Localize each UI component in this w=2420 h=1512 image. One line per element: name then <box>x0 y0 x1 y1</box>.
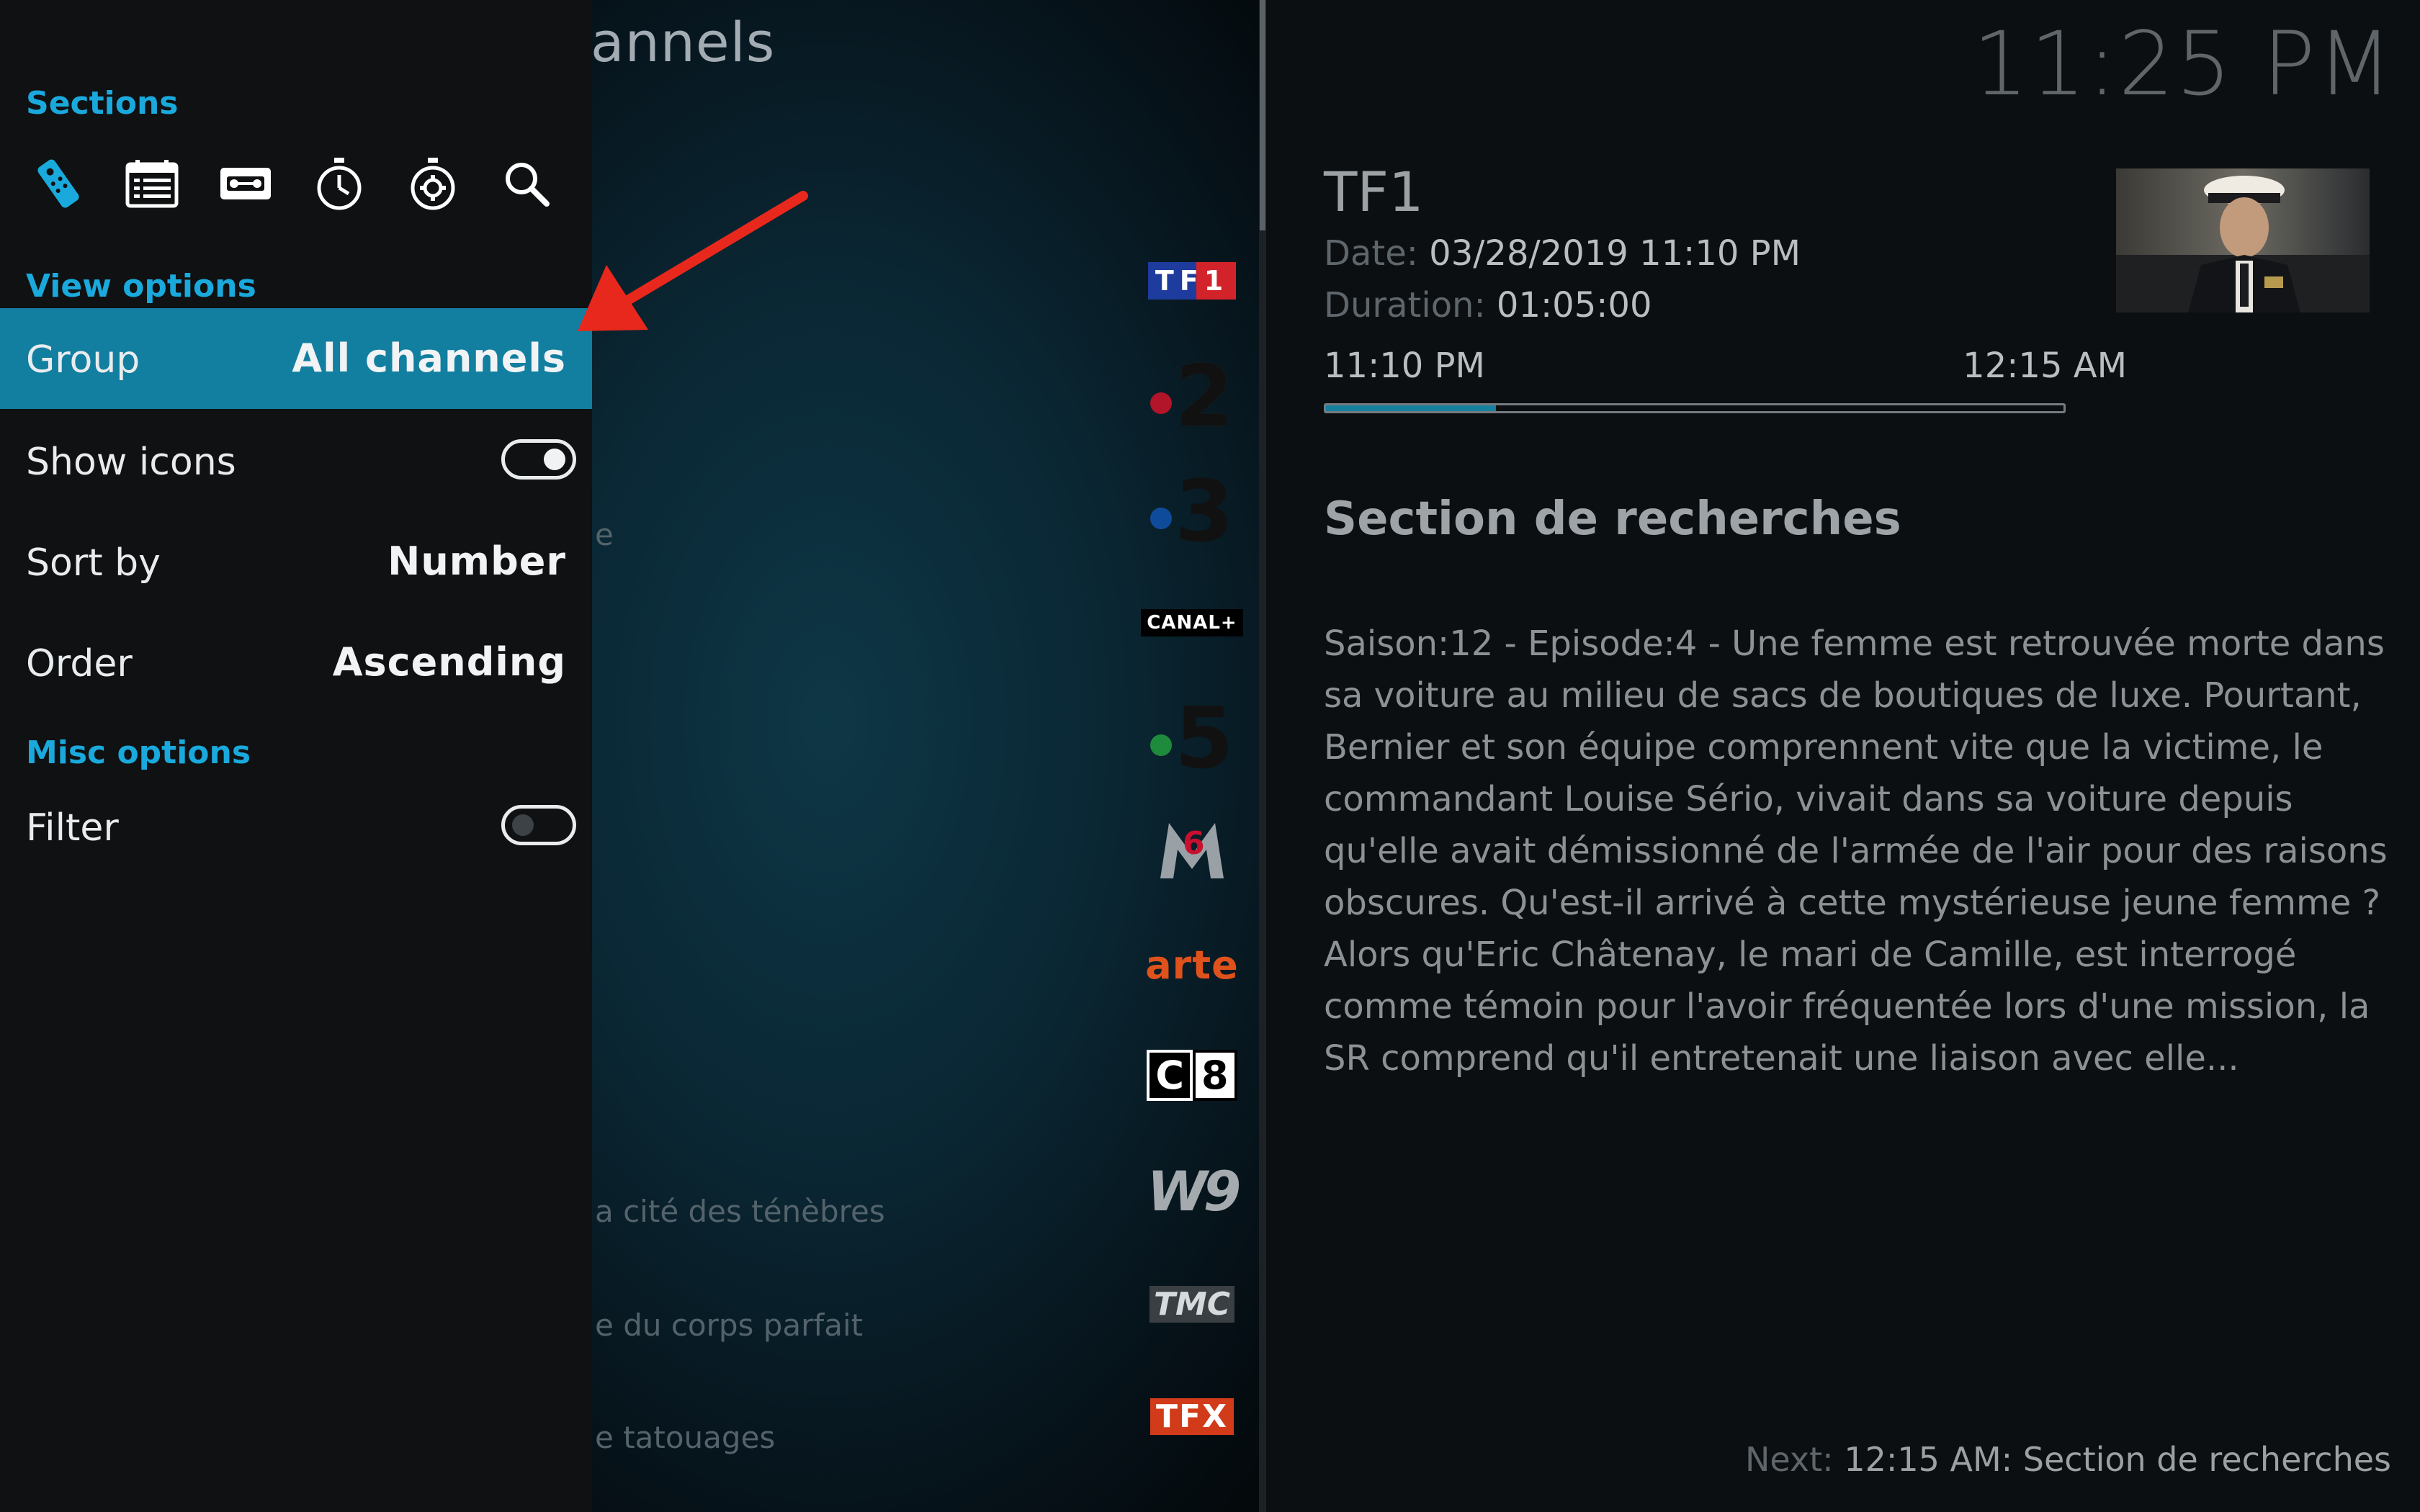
channel-logo-france5[interactable]: 5 <box>1124 688 1259 788</box>
episode-title: Section de recherches <box>1324 492 1901 546</box>
order-value: Ascending <box>332 639 566 685</box>
program-thumbnail-image <box>2116 168 2370 312</box>
program-fragment[interactable]: e tatouages <box>595 1420 775 1455</box>
france5-logo-text: 5 <box>1174 688 1234 788</box>
france3-dot <box>1150 508 1172 529</box>
channel-logo-arte[interactable]: arte <box>1124 942 1259 988</box>
start-time: 11:10 PM <box>1324 346 1485 386</box>
program-fragment[interactable]: e du corps parfait <box>595 1308 863 1343</box>
channel-logo-tmc[interactable]: TMC <box>1124 1284 1259 1323</box>
options-sidebar: Sections View options Group All channels… <box>0 0 592 1512</box>
program-fragment[interactable]: e <box>595 517 614 552</box>
toggle-knob <box>512 814 534 836</box>
tfx-logo-text: TFX <box>1150 1398 1234 1435</box>
program-plot: Saison:12 - Episode:4 - Une femme est re… <box>1324 624 2388 1079</box>
show-icons-toggle[interactable] <box>501 439 576 480</box>
view-options-heading: View options <box>26 268 256 305</box>
date-value: 03/28/2019 11:10 PM <box>1429 233 1801 274</box>
france2-logo-text: 2 <box>1174 346 1234 446</box>
program-progress-bar <box>1324 403 2066 413</box>
date-line: Date: 03/28/2019 11:10 PM <box>1324 233 1801 274</box>
group-value: All channels <box>292 336 566 381</box>
france2-dot <box>1150 392 1172 414</box>
m6-logo-text: 6 <box>1183 825 1205 862</box>
next-label: Next: <box>1745 1440 1834 1479</box>
duration-value: 01:05:00 <box>1496 285 1652 325</box>
order-label: Order <box>26 642 133 685</box>
channel-logo-canalplus[interactable]: CANAL+ <box>1124 605 1259 641</box>
sort-by-value: Number <box>387 539 566 584</box>
timers-icon[interactable] <box>307 151 372 216</box>
toggle-knob <box>544 449 565 470</box>
order-option[interactable]: Order Ascending <box>0 612 592 713</box>
clock: 11:25 PM <box>1972 13 2394 115</box>
program-thumbnail <box>2116 168 2370 312</box>
w9-logo-text: W9 <box>1147 1158 1242 1223</box>
france3-logo-text: 3 <box>1174 462 1234 561</box>
channel-logo-c8[interactable]: C 8 <box>1124 1049 1259 1101</box>
sort-by-label: Sort by <box>26 541 161 585</box>
channel-name: TF1 <box>1324 160 1424 224</box>
c8-logo-c: C <box>1147 1049 1193 1101</box>
program-progress-fill <box>1326 405 1496 411</box>
sort-by-option[interactable]: Sort by Number <box>0 511 592 612</box>
arte-logo-text: arte <box>1145 942 1239 988</box>
timer-rules-icon[interactable] <box>400 151 465 216</box>
duration-line: Duration: 01:05:00 <box>1324 285 1652 325</box>
show-icons-option[interactable]: Show icons <box>0 410 592 511</box>
channel-logo-tfx[interactable]: TFX <box>1124 1397 1259 1436</box>
tf1-logo-text: TF1 <box>1147 262 1237 300</box>
filter-option[interactable]: Filter <box>0 776 592 877</box>
channel-logo-tf1[interactable]: TF1 <box>1124 259 1259 302</box>
channel-logo-m6[interactable]: 6 <box>1124 814 1259 886</box>
guide-icon[interactable] <box>120 151 184 216</box>
france5-dot <box>1150 734 1172 756</box>
tmc-logo-text: TMC <box>1149 1285 1235 1323</box>
channel-logo-w9[interactable]: W9 <box>1124 1158 1259 1223</box>
program-fragment[interactable]: a cité des ténèbres <box>595 1194 885 1229</box>
group-option[interactable]: Group All channels <box>0 308 592 409</box>
filter-label: Filter <box>26 806 119 850</box>
next-value: 12:15 AM: Section de recherches <box>1844 1440 2391 1479</box>
show-icons-label: Show icons <box>26 441 236 484</box>
annotation-arrow <box>578 191 808 331</box>
group-label: Group <box>26 338 140 382</box>
channel-list-scrollbar-thumb[interactable] <box>1260 0 1265 230</box>
remote-icon[interactable] <box>26 151 91 216</box>
filter-toggle[interactable] <box>501 805 576 845</box>
duration-label: Duration: <box>1324 285 1486 325</box>
end-time: 12:15 AM <box>1963 346 2127 386</box>
date-label: Date: <box>1324 233 1418 274</box>
canalplus-logo-text: CANAL+ <box>1141 609 1243 636</box>
program-info-panel: 11:25 PM TF1 Date: 03/28/2019 11:10 PM D… <box>1266 0 2420 1512</box>
misc-options-heading: Misc options <box>26 734 251 771</box>
c8-logo-8: 8 <box>1193 1049 1237 1101</box>
channel-logo-france2[interactable]: 2 <box>1124 346 1259 446</box>
channel-list-title: annels <box>591 10 776 74</box>
channel-logo-france3[interactable]: 3 <box>1124 462 1259 561</box>
recordings-icon[interactable] <box>213 151 278 216</box>
sections-heading: Sections <box>26 85 179 122</box>
next-program: Next: 12:15 AM: Section de recherches <box>1745 1440 2391 1479</box>
